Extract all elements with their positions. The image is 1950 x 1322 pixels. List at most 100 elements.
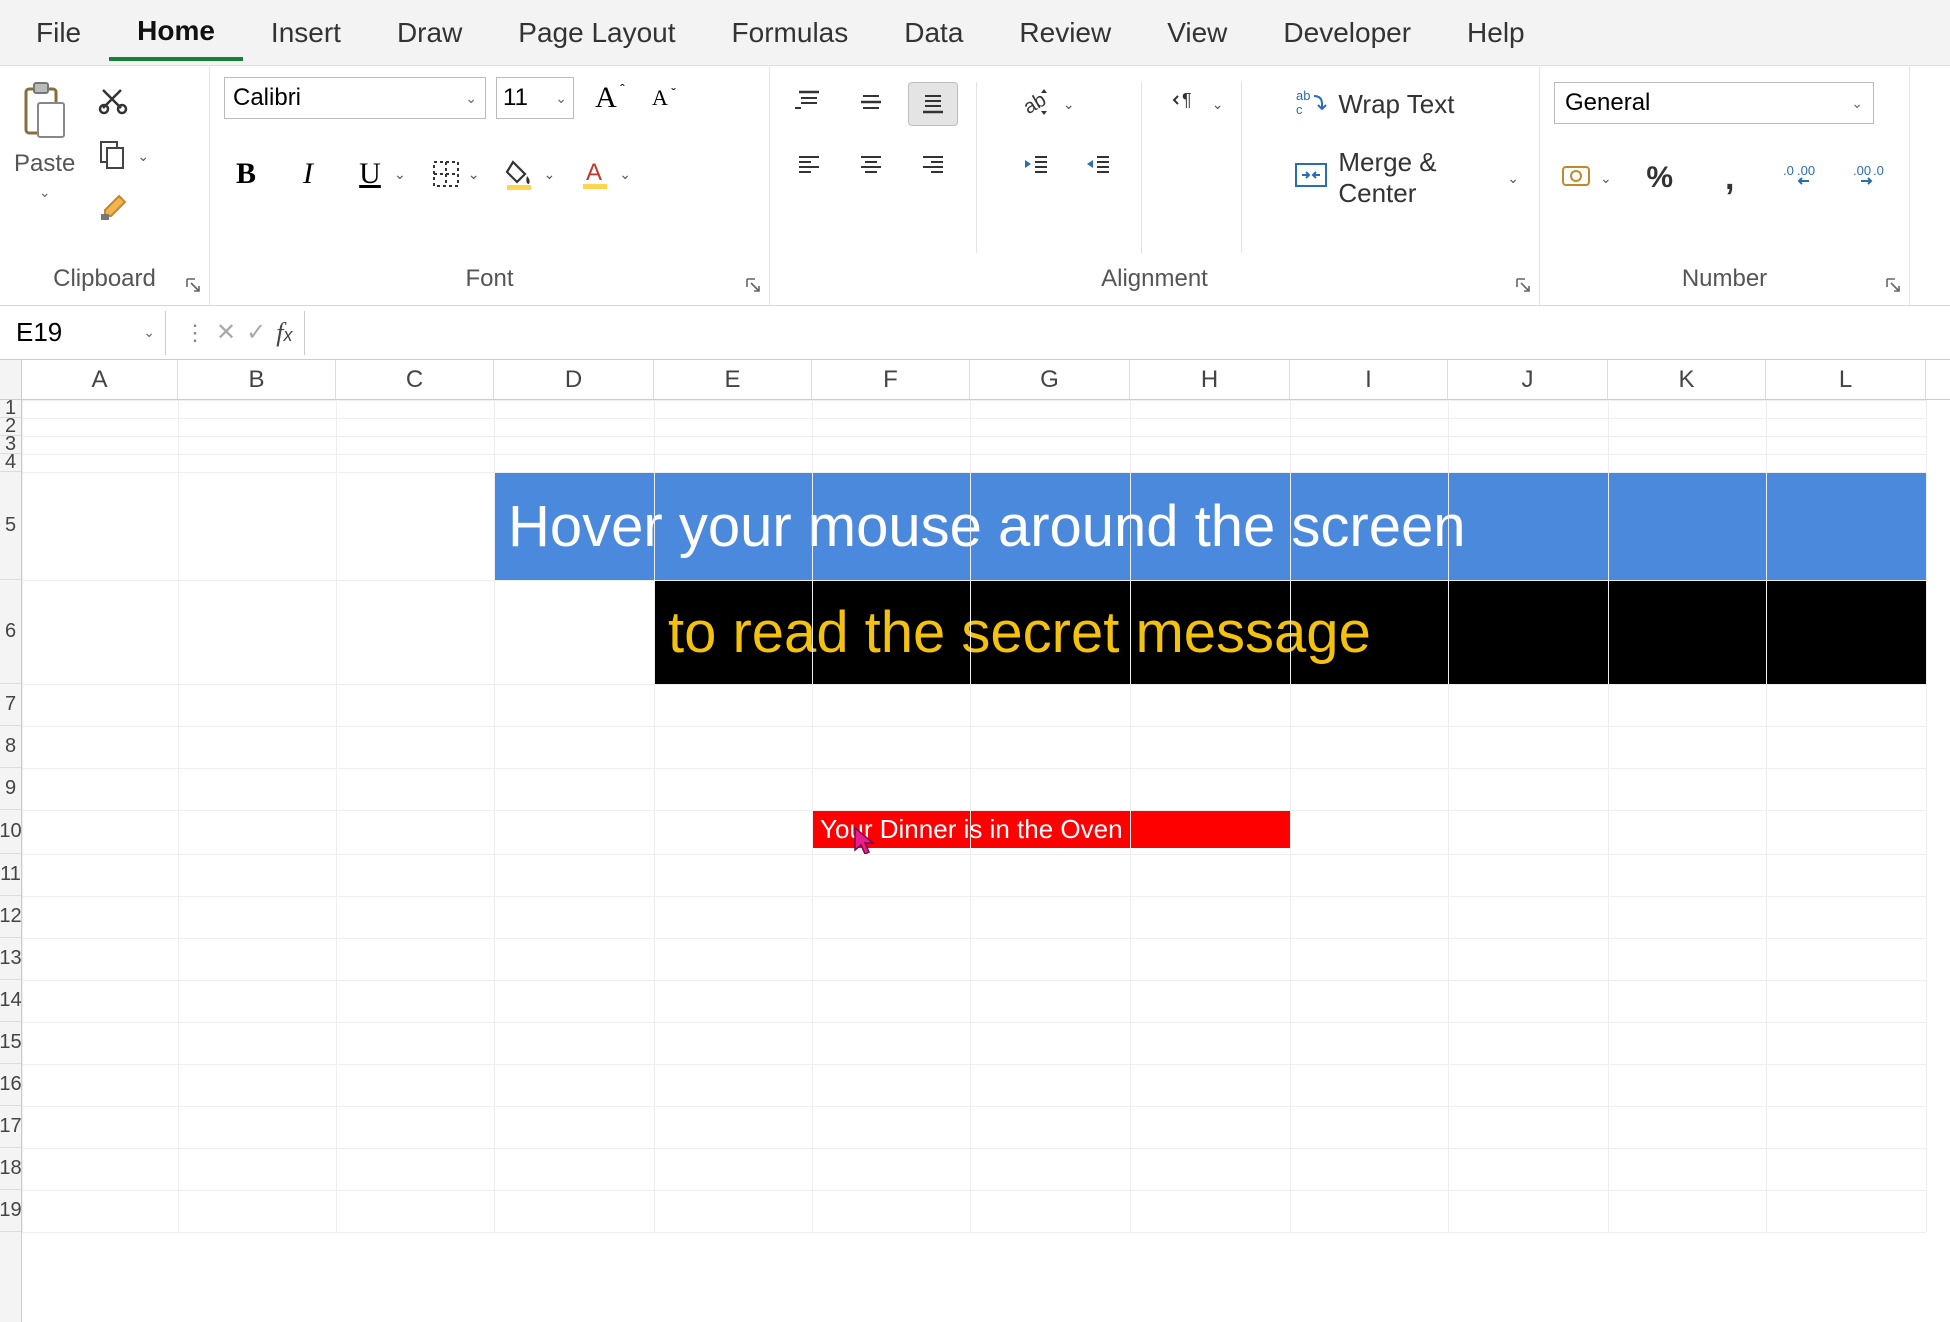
- format-painter-button[interactable]: [91, 188, 135, 232]
- row-header-10[interactable]: 10: [0, 810, 21, 854]
- row-header-15[interactable]: 15: [0, 1022, 21, 1064]
- merge-center-button[interactable]: Merge & Center ⌄: [1288, 143, 1525, 213]
- percent-button[interactable]: %: [1638, 156, 1682, 200]
- fill-color-button[interactable]: [497, 152, 541, 196]
- chevron-down-icon[interactable]: ⌄: [394, 166, 406, 183]
- row-header-7[interactable]: 7: [0, 684, 21, 726]
- menu-developer[interactable]: Developer: [1255, 7, 1439, 59]
- name-box[interactable]: E19 ⌄: [6, 311, 166, 355]
- menu-review[interactable]: Review: [991, 7, 1139, 59]
- chevron-down-icon[interactable]: ⌄: [39, 184, 51, 201]
- align-left-button[interactable]: [784, 144, 834, 188]
- align-bottom-button[interactable]: [908, 82, 958, 126]
- chevron-down-icon[interactable]: ⌄: [1063, 96, 1075, 113]
- decrease-font-icon: Aˇ: [652, 85, 668, 111]
- align-top-button[interactable]: [784, 82, 834, 126]
- column-header-F[interactable]: F: [812, 360, 970, 399]
- orientation-button[interactable]: ab: [1011, 82, 1061, 126]
- row-header-12[interactable]: 12: [0, 896, 21, 938]
- borders-button[interactable]: [424, 152, 468, 196]
- bold-button[interactable]: B: [224, 152, 268, 196]
- underline-button[interactable]: U: [348, 152, 392, 196]
- row-header-14[interactable]: 14: [0, 980, 21, 1022]
- column-header-G[interactable]: G: [970, 360, 1130, 399]
- row-header-16[interactable]: 16: [0, 1064, 21, 1106]
- row-header-17[interactable]: 17: [0, 1106, 21, 1148]
- font-color-button[interactable]: A: [573, 152, 617, 196]
- dialog-launcher-icon[interactable]: [1881, 273, 1905, 297]
- menu-view[interactable]: View: [1139, 7, 1255, 59]
- decrease-decimal-button[interactable]: .00.0: [1848, 156, 1892, 200]
- wrap-text-button[interactable]: abc Wrap Text: [1288, 82, 1525, 127]
- align-center-button[interactable]: [846, 144, 896, 188]
- chevron-down-icon[interactable]: ⌄: [1507, 170, 1519, 187]
- accounting-format-button[interactable]: [1554, 156, 1598, 200]
- more-icon[interactable]: ⋮: [184, 320, 206, 346]
- fill-bucket-icon: [503, 158, 535, 190]
- menu-file[interactable]: File: [8, 7, 109, 59]
- font-size-value: 11: [503, 84, 528, 112]
- cancel-icon[interactable]: ✕: [216, 318, 236, 347]
- chevron-down-icon[interactable]: ⌄: [543, 166, 555, 183]
- row-header-11[interactable]: 11: [0, 854, 21, 896]
- chevron-down-icon[interactable]: ⌄: [468, 166, 480, 183]
- font-size-select[interactable]: 11 ⌄: [496, 77, 574, 119]
- menu-draw[interactable]: Draw: [369, 7, 490, 59]
- menu-insert[interactable]: Insert: [243, 7, 369, 59]
- align-middle-button[interactable]: [846, 82, 896, 126]
- column-header-B[interactable]: B: [178, 360, 336, 399]
- dialog-launcher-icon[interactable]: [1511, 273, 1535, 297]
- select-all-corner[interactable]: [0, 360, 22, 399]
- decrease-font-button[interactable]: Aˇ: [638, 76, 682, 120]
- font-name-select[interactable]: Calibri ⌄: [224, 77, 486, 119]
- chevron-down-icon[interactable]: ⌄: [143, 324, 155, 341]
- chevron-down-icon[interactable]: ⌄: [137, 148, 149, 165]
- row-header-9[interactable]: 9: [0, 768, 21, 810]
- menu-help[interactable]: Help: [1439, 7, 1553, 59]
- svg-text:.00: .00: [1797, 163, 1815, 178]
- row-header-4[interactable]: 4: [0, 454, 21, 472]
- column-header-L[interactable]: L: [1766, 360, 1926, 399]
- italic-button[interactable]: I: [286, 152, 330, 196]
- column-header-D[interactable]: D: [494, 360, 654, 399]
- row-header-13[interactable]: 13: [0, 938, 21, 980]
- column-header-E[interactable]: E: [654, 360, 812, 399]
- chevron-down-icon[interactable]: ⌄: [1212, 96, 1224, 113]
- rtl-button[interactable]: ¶: [1160, 82, 1210, 126]
- column-header-A[interactable]: A: [22, 360, 178, 399]
- merge-icon: [1294, 160, 1328, 197]
- row-header-18[interactable]: 18: [0, 1148, 21, 1190]
- menu-data[interactable]: Data: [876, 7, 991, 59]
- menu-page-layout[interactable]: Page Layout: [490, 7, 703, 59]
- dialog-launcher-icon[interactable]: [181, 273, 205, 297]
- row-header-6[interactable]: 6: [0, 580, 21, 684]
- paste-button[interactable]: Paste ⌄: [14, 76, 75, 201]
- dialog-launcher-icon[interactable]: [741, 273, 765, 297]
- row-header-8[interactable]: 8: [0, 726, 21, 768]
- menu-home[interactable]: Home: [109, 5, 243, 61]
- comma-button[interactable]: ,: [1708, 156, 1752, 200]
- cells-area[interactable]: Hover your mouse around the screen to re…: [22, 400, 1950, 1322]
- svg-text:c: c: [1296, 102, 1303, 116]
- row-header-5[interactable]: 5: [0, 472, 21, 580]
- increase-decimal-button[interactable]: .0.00: [1778, 156, 1822, 200]
- chevron-down-icon[interactable]: ⌄: [619, 166, 631, 183]
- fx-icon[interactable]: fx: [276, 318, 292, 348]
- align-right-button[interactable]: [908, 144, 958, 188]
- decrease-indent-button[interactable]: [1011, 144, 1061, 188]
- increase-indent-button[interactable]: [1073, 144, 1123, 188]
- column-header-J[interactable]: J: [1448, 360, 1608, 399]
- copy-button[interactable]: [91, 134, 135, 178]
- column-header-H[interactable]: H: [1130, 360, 1290, 399]
- enter-icon[interactable]: ✓: [246, 318, 266, 347]
- number-format-select[interactable]: General ⌄: [1554, 82, 1874, 124]
- column-header-C[interactable]: C: [336, 360, 494, 399]
- chevron-down-icon[interactable]: ⌄: [1600, 170, 1612, 187]
- column-header-I[interactable]: I: [1290, 360, 1448, 399]
- formula-input[interactable]: [304, 311, 1950, 355]
- row-header-19[interactable]: 19: [0, 1190, 21, 1232]
- column-header-K[interactable]: K: [1608, 360, 1766, 399]
- menu-formulas[interactable]: Formulas: [704, 7, 877, 59]
- cut-button[interactable]: [91, 80, 135, 124]
- increase-font-button[interactable]: Aˆ: [584, 76, 628, 120]
